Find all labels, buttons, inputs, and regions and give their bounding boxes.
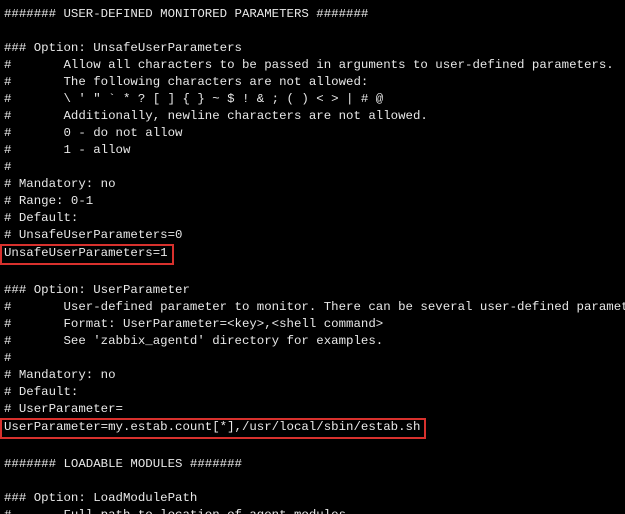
- config-line: # UserParameter=: [4, 402, 123, 416]
- config-line: # UnsafeUserParameters=0: [4, 228, 182, 242]
- config-line: ### Option: UserParameter: [4, 283, 190, 297]
- config-line: ####### USER-DEFINED MONITORED PARAMETER…: [4, 7, 368, 21]
- config-line: ####### LOADABLE MODULES #######: [4, 457, 242, 471]
- config-line: # Mandatory: no: [4, 177, 116, 191]
- config-line: # User-defined parameter to monitor. The…: [4, 300, 625, 314]
- config-line: # 1 - allow: [4, 143, 130, 157]
- config-line: # Range: 0-1: [4, 194, 93, 208]
- config-line: # Allow all characters to be passed in a…: [4, 58, 614, 72]
- config-line: # Full path to location of agent modules…: [4, 508, 353, 514]
- config-line: # Default:: [4, 211, 78, 225]
- config-line: # Format: UserParameter=<key>,<shell com…: [4, 317, 383, 331]
- config-line: ### Option: UnsafeUserParameters: [4, 41, 242, 55]
- config-line: # Default:: [4, 385, 78, 399]
- highlighted-line-unsafe: UnsafeUserParameters=1: [0, 244, 174, 265]
- config-line: # See 'zabbix_agentd' directory for exam…: [4, 334, 383, 348]
- config-line: #: [4, 160, 11, 174]
- terminal-output: ####### USER-DEFINED MONITORED PARAMETER…: [0, 0, 625, 514]
- config-line: # Mandatory: no: [4, 368, 116, 382]
- config-line: # \ ' " ` * ? [ ] { } ~ $ ! & ; ( ) < > …: [4, 92, 383, 106]
- highlighted-line-userparam: UserParameter=my.estab.count[*],/usr/loc…: [0, 418, 426, 439]
- config-line: # Additionally, newline characters are n…: [4, 109, 428, 123]
- config-line: # The following characters are not allow…: [4, 75, 368, 89]
- config-line: # 0 - do not allow: [4, 126, 182, 140]
- config-line: ### Option: LoadModulePath: [4, 491, 197, 505]
- config-line: #: [4, 351, 11, 365]
